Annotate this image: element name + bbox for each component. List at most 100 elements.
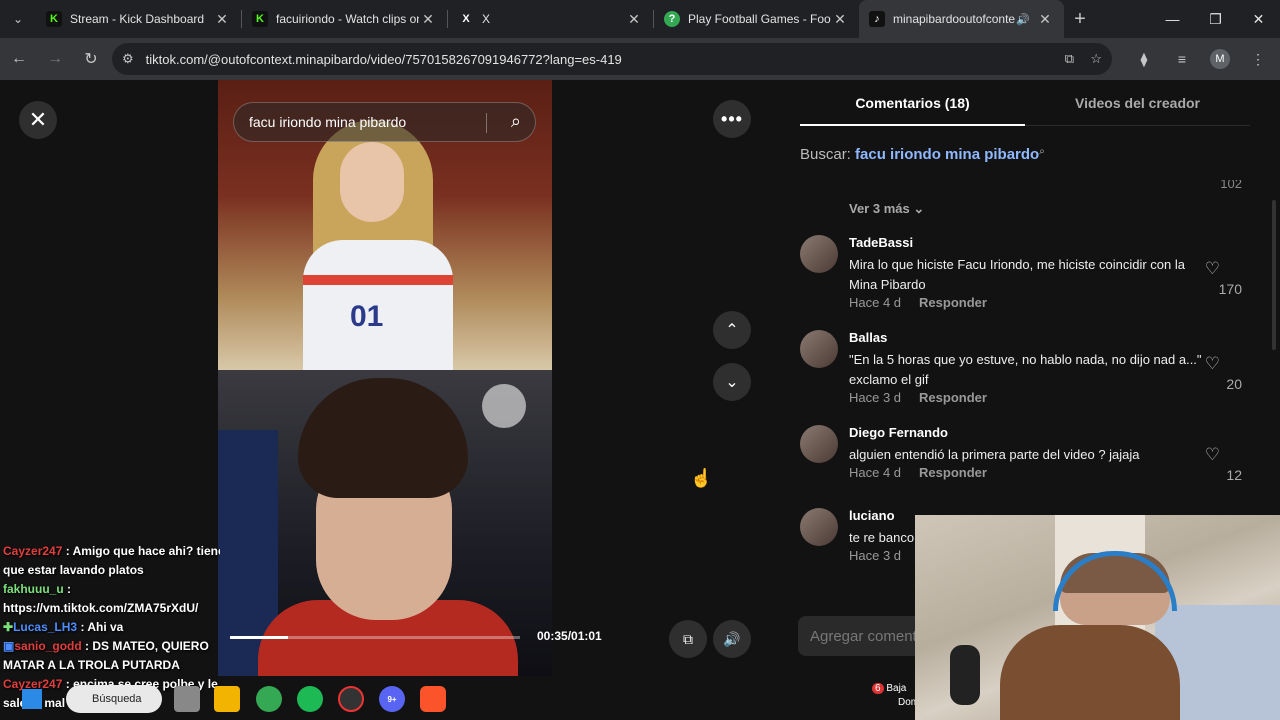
notification-badge[interactable]: 6 xyxy=(872,683,884,694)
reload-icon[interactable]: ↻ xyxy=(74,42,108,76)
minimize-icon[interactable]: — xyxy=(1151,0,1194,38)
taskbar-search[interactable]: Búsqueda xyxy=(66,685,162,713)
window-controls: — ❐ ✕ xyxy=(1151,0,1280,38)
close-tab-icon[interactable]: ✕ xyxy=(419,11,437,28)
tab-comments[interactable]: Comentarios (18) xyxy=(800,80,1025,126)
more-options-button[interactable]: ••• xyxy=(713,100,751,138)
install-app-icon[interactable]: ⧉ xyxy=(1065,51,1074,67)
obs-icon[interactable] xyxy=(338,686,364,712)
chat-message: que estar lavando platos xyxy=(3,563,144,577)
comment-likes: 12 xyxy=(1226,467,1242,483)
file-explorer-icon[interactable] xyxy=(214,686,240,712)
chat-line: MATAR A LA TROLA PUTARDA xyxy=(0,656,220,675)
extensions-icon[interactable]: ⧫ xyxy=(1128,43,1160,75)
next-video-button[interactable]: ⌄ xyxy=(713,363,751,401)
comments-scrollbar[interactable] xyxy=(1272,200,1276,350)
reply-button[interactable]: Responder xyxy=(919,465,987,480)
brave-icon[interactable] xyxy=(420,686,446,712)
chat-badge-icon: ▣ xyxy=(3,639,15,653)
tab-tiktok[interactable]: ♪ minapibardooutofconte 🔊 ✕ xyxy=(859,0,1064,38)
comment-likes: 170 xyxy=(1218,281,1242,297)
media-control-icon[interactable]: ≡ xyxy=(1166,43,1198,75)
chevron-down-icon: ⌄ xyxy=(913,201,925,216)
heart-icon[interactable]: ♡ xyxy=(1205,259,1220,279)
reply-button[interactable]: Responder xyxy=(919,295,987,310)
video-player[interactable]: 01 xyxy=(218,80,552,676)
chat-line: fakhuuu_u : xyxy=(0,580,220,599)
tab-title: X xyxy=(482,12,491,26)
chat-message: : Ahi va xyxy=(80,620,124,634)
tiktok-icon: ♪ xyxy=(869,11,885,27)
shirt-stripe xyxy=(303,275,453,285)
video-progress-bar[interactable] xyxy=(230,636,520,639)
related-search-query[interactable]: facu iriondo mina pibardo xyxy=(855,146,1039,163)
browser-menu-icon[interactable]: ⋮ xyxy=(1242,43,1274,75)
streamer-webcam xyxy=(915,515,1280,720)
tab-search-icon[interactable]: ⌄ xyxy=(0,0,36,38)
chrome-icon[interactable] xyxy=(256,686,282,712)
avatar[interactable] xyxy=(800,235,838,273)
chat-line: ✚Lucas_LH3 : Ahi va xyxy=(0,618,220,637)
address-bar[interactable]: ⚙ tiktok.com/@outofcontext.minapibardo/v… xyxy=(112,43,1112,75)
close-window-icon[interactable]: ✕ xyxy=(1237,0,1280,38)
forward-icon[interactable]: → xyxy=(38,42,72,76)
comment-username[interactable]: TadeBassi xyxy=(849,235,913,250)
related-search[interactable]: Buscar: facu iriondo mina pibardo⌕ xyxy=(800,146,1045,163)
previous-video-button[interactable]: ⌃ xyxy=(713,311,751,349)
chat-message: : Amigo que hace ahi? tiene xyxy=(65,544,220,558)
x-logo-icon: X xyxy=(462,13,470,25)
webcam-figure-body xyxy=(1000,625,1180,720)
picture-in-picture-icon[interactable]: ⧉ xyxy=(669,620,707,658)
volume-icon[interactable]: 🔊 xyxy=(713,620,751,658)
avatar[interactable] xyxy=(800,508,838,546)
comment-username[interactable]: Diego Fernando xyxy=(849,425,948,440)
speaker-icon[interactable]: 🔊 xyxy=(1016,13,1030,26)
site-info-icon[interactable]: ⚙ xyxy=(122,51,134,67)
discord-badge: 9+ xyxy=(387,694,397,704)
discord-icon[interactable]: 9+ xyxy=(379,686,405,712)
spotify-icon[interactable] xyxy=(297,686,323,712)
tab-title: minapibardooutofconte xyxy=(893,12,1016,26)
close-tab-icon[interactable]: ✕ xyxy=(625,11,643,28)
heart-icon[interactable]: ♡ xyxy=(1205,354,1220,374)
jersey-number: 01 xyxy=(350,300,384,333)
chat-message: https://vm.tiktok.com/ZMA75rXdU/ xyxy=(3,601,199,615)
taskbar-search-label: Búsqueda xyxy=(92,693,142,705)
browser-toolbar: ← → ↻ ⚙ tiktok.com/@outofcontext.minapib… xyxy=(0,38,1280,80)
avatar[interactable] xyxy=(800,425,838,463)
video-bottom-frame xyxy=(218,370,552,676)
windows-start-icon[interactable] xyxy=(22,689,42,709)
video-search-bar[interactable]: facu iriondo mina pibardo ⌕ xyxy=(233,102,536,142)
heart-icon[interactable]: ♡ xyxy=(1205,445,1220,465)
profile-avatar[interactable]: M xyxy=(1210,49,1230,69)
comment-username[interactable]: luciano xyxy=(849,508,895,523)
new-tab-button[interactable]: + xyxy=(1064,8,1096,31)
view-more-label: Ver 3 más xyxy=(849,201,910,216)
windows-taskbar: Búsqueda 9+ xyxy=(0,680,915,720)
comment-username[interactable]: Ballas xyxy=(849,330,887,345)
close-video-button[interactable]: ✕ xyxy=(19,101,57,139)
back-icon[interactable]: ← xyxy=(2,42,36,76)
tab-kick-clips[interactable]: K facuiriondo - Watch clips on ✕ xyxy=(242,0,447,38)
tab-kick-dashboard[interactable]: K Stream - Kick Dashboard ✕ xyxy=(36,0,241,38)
tab-creator-videos[interactable]: Videos del creador xyxy=(1025,80,1250,125)
video-figure-hair xyxy=(298,378,468,498)
reply-button[interactable]: Responder xyxy=(919,390,987,405)
maximize-icon[interactable]: ❐ xyxy=(1194,0,1237,38)
like-count: 102 xyxy=(1220,180,1242,191)
task-view-icon[interactable] xyxy=(174,686,200,712)
close-tab-icon[interactable]: ✕ xyxy=(831,11,849,28)
search-icon[interactable]: ⌕ xyxy=(511,111,521,132)
microphone-icon xyxy=(950,645,980,705)
chat-line: Cayzer247 : Amigo que hace ahi? tiene xyxy=(0,542,220,561)
close-tab-icon[interactable]: ✕ xyxy=(1036,11,1054,28)
avatar[interactable] xyxy=(800,330,838,368)
tray-text: Baja xyxy=(886,683,907,694)
video-search-query: facu iriondo mina pibardo xyxy=(249,114,407,130)
close-tab-icon[interactable]: ✕ xyxy=(213,11,231,28)
club-crest xyxy=(482,384,526,428)
bookmark-star-icon[interactable]: ☆ xyxy=(1090,51,1102,67)
view-more-replies[interactable]: Ver 3 más ⌄ xyxy=(849,201,924,217)
tab-football-games[interactable]: ? Play Football Games - Footb ✕ xyxy=(654,0,859,38)
tab-x[interactable]: X X ✕ xyxy=(448,0,653,38)
